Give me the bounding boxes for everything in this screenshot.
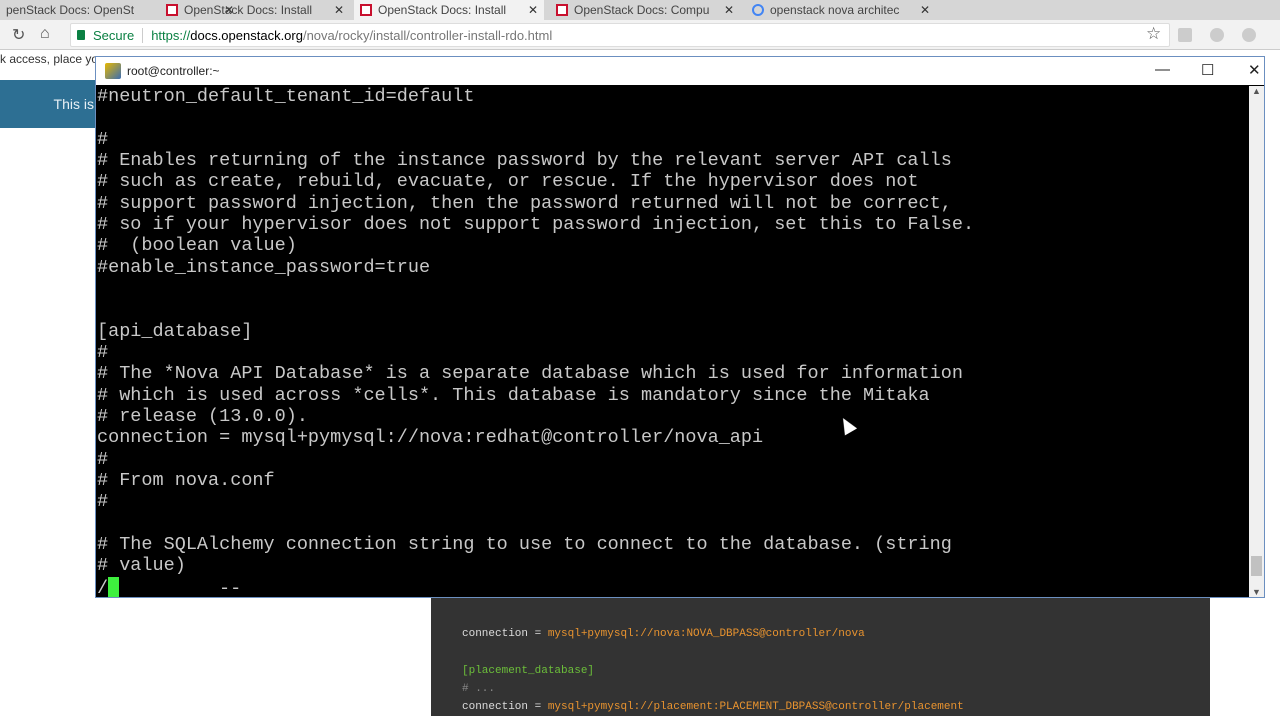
tab-title: OpenStack Docs: Install — [378, 3, 507, 17]
terminal-line: # The SQLAlchemy connection string to us… — [97, 533, 952, 555]
code-block: connection = mysql+pymysql://nova:NOVA_D… — [431, 597, 1210, 716]
close-tab-icon[interactable]: ✕ — [724, 3, 734, 17]
terminal-line: # — [97, 491, 109, 513]
tab-title: openstack nova architec — [770, 3, 900, 17]
reload-icon[interactable]: ↻ — [12, 25, 25, 45]
scroll-down-icon[interactable]: ▼ — [1249, 587, 1264, 597]
terminal-line: # Enables returning of the instance pass… — [97, 149, 952, 171]
code-line: connection = mysql+pymysql://placement:P… — [462, 701, 964, 714]
extension-icon[interactable] — [1210, 28, 1224, 42]
lock-icon — [77, 30, 85, 40]
terminal-line: # support password injection, then the p… — [97, 192, 952, 214]
code-comment: # ... — [462, 683, 496, 696]
prompt-suffix: -- — [119, 577, 242, 597]
terminal-line: # value) — [97, 555, 186, 577]
address-bar[interactable]: Secure https://docs.openstack.org/nova/r… — [70, 23, 1170, 47]
home-icon[interactable]: ⌂ — [40, 25, 50, 43]
openstack-favicon-icon — [556, 4, 568, 16]
terminal-line: #neutron_default_tenant_id=default — [97, 86, 475, 107]
terminal-line: # The *Nova API Database* is a separate … — [97, 363, 963, 385]
secure-label: Secure — [93, 27, 144, 43]
openstack-favicon-icon — [360, 4, 372, 16]
terminal-line: # — [97, 128, 109, 150]
putty-icon — [105, 63, 121, 79]
bookmark-star-icon[interactable]: ☆ — [1146, 24, 1161, 44]
terminal-titlebar[interactable]: root@controller:~ — ☐ ✕ — [96, 57, 1264, 85]
terminal-line: # From nova.conf — [97, 469, 275, 491]
terminal-line: # — [97, 448, 109, 470]
terminal-prompt-line: / -- — [97, 576, 1249, 597]
page-banner: This is — [0, 80, 100, 128]
code-section: [placement_database] — [462, 664, 595, 677]
openstack-favicon-icon — [166, 4, 178, 16]
terminal-line: [api_database] — [97, 320, 253, 342]
tab-openstack-docs-compute[interactable]: OpenStack Docs: Compu ✕ — [550, 0, 740, 20]
tab-strip: penStack Docs: OpenSt ✕ OpenStack Docs: I… — [0, 0, 1280, 20]
close-tab-icon[interactable]: ✕ — [528, 3, 538, 17]
terminal-title: root@controller:~ — [127, 64, 220, 78]
code-line: connection = mysql+pymysql://nova:NOVA_D… — [462, 628, 865, 641]
terminal-screen[interactable]: #neutron_default_tenant_id=default # # Ena… — [97, 86, 1249, 597]
tab-title: OpenStack Docs: Install — [184, 3, 313, 17]
close-tab-icon[interactable]: ✕ — [334, 3, 344, 17]
url-host: docs.openstack.org — [190, 27, 303, 43]
close-tab-icon[interactable]: ✕ — [920, 3, 930, 17]
scrollbar-thumb[interactable] — [1251, 556, 1262, 576]
toolbar: ↻ ⌂ Secure https://docs.openstack.org/no… — [0, 20, 1280, 50]
extension-icon[interactable] — [1242, 28, 1256, 42]
prompt-prefix: / — [97, 577, 109, 597]
scroll-up-icon[interactable]: ▲ — [1249, 86, 1264, 96]
putty-terminal-window[interactable]: root@controller:~ — ☐ ✕ #neutron_default… — [95, 56, 1265, 598]
terminal-line: connection = mysql+pymysql://nova:redhat… — [97, 427, 764, 449]
terminal-line: # release (13.0.0). — [97, 405, 308, 427]
terminal-scrollbar[interactable]: ▲ ▼ — [1249, 86, 1264, 597]
terminal-line: #enable_instance_password=true — [97, 256, 431, 278]
text-cursor — [108, 576, 120, 597]
google-favicon-icon — [752, 4, 764, 16]
banner-text: This is — [53, 96, 94, 112]
maximize-button[interactable]: ☐ — [1201, 61, 1214, 79]
close-button[interactable]: ✕ — [1248, 61, 1261, 79]
url-scheme: https:// — [151, 27, 191, 43]
terminal-line: # so if your hypervisor does not support… — [97, 213, 975, 235]
url-path: /nova/rocky/install/controller-install-r… — [302, 27, 553, 43]
terminal-line: # such as create, rebuild, evacuate, or … — [97, 171, 919, 193]
tab-openstack-docs-2[interactable]: OpenStack Docs: Install ✕ — [160, 0, 350, 20]
tab-title: penStack Docs: OpenSt — [6, 3, 135, 17]
minimize-button[interactable]: — — [1155, 61, 1170, 78]
terminal-line: # which is used across *cells*. This dat… — [97, 384, 930, 406]
tab-openstack-docs-active[interactable]: OpenStack Docs: Install ✕ — [354, 0, 544, 20]
tab-google-search[interactable]: openstack nova architec ✕ — [746, 0, 936, 20]
tab-title: OpenStack Docs: Compu — [574, 3, 710, 17]
page-text-snippet: k access, place yo — [0, 52, 99, 66]
terminal-line: # (boolean value) — [97, 235, 297, 257]
terminal-line: # — [97, 341, 109, 363]
extension-icon[interactable] — [1178, 28, 1192, 42]
